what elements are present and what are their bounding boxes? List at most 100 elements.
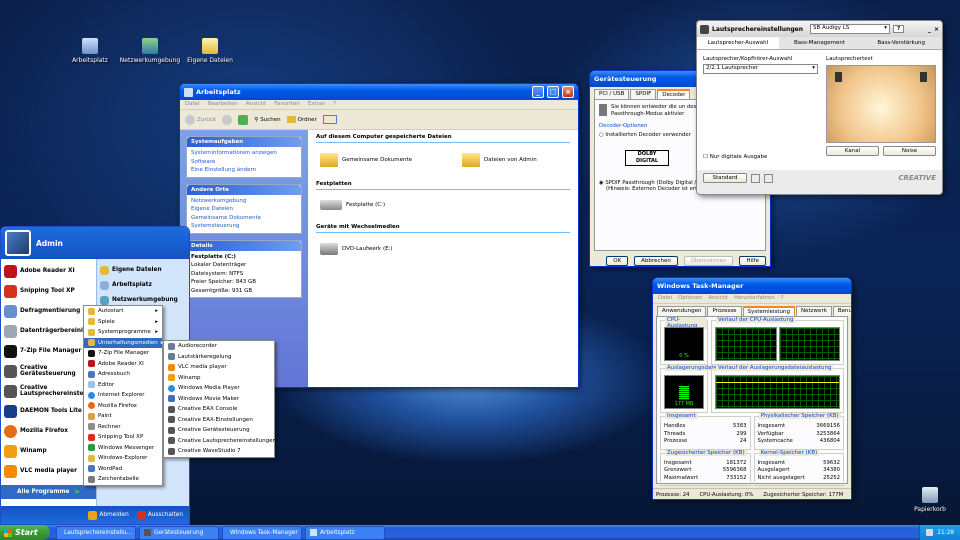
menu-help[interactable]: ? (781, 295, 784, 302)
media-menu-item[interactable]: Creative Gerätesteuerung (164, 425, 274, 436)
maximize-button[interactable]: □ (547, 86, 559, 98)
tab-decoder[interactable]: Decoder (657, 89, 691, 99)
media-menu-item[interactable]: VLC media player (164, 362, 274, 373)
menu-help[interactable]: ? (333, 101, 336, 108)
menu-file[interactable]: Datei (185, 101, 200, 108)
program-item[interactable]: Datenträgerbereinigung (1, 321, 100, 341)
programs-menu-item[interactable]: Adressbuch (84, 369, 162, 380)
task-manager-titlebar[interactable]: Windows Task-Manager (653, 278, 851, 294)
place-item[interactable]: Arbeitsplatz (97, 278, 189, 293)
program-item[interactable]: DAEMON Tools Lite (1, 401, 96, 421)
admin-files-folder[interactable]: Dateien von Admin (462, 153, 537, 167)
digital-only-checkbox[interactable]: ☐ Nur digitale Ausgabe (703, 154, 818, 160)
drive-c[interactable]: Festplatte (C:) (316, 190, 570, 224)
place-link[interactable]: Gemeinsame Dokumente (191, 214, 297, 223)
media-menu-item[interactable]: Creative Lautsprechereinstellungen (164, 436, 276, 447)
programs-menu-item[interactable]: Spiele ▸ (84, 317, 162, 328)
ok-button[interactable]: OK (606, 256, 629, 266)
program-item[interactable]: Snipping Tool XP (1, 281, 96, 301)
minimize-button[interactable]: _ (532, 86, 544, 98)
media-menu-item[interactable]: Creative WaveStudio 7 (164, 446, 274, 457)
help-button[interactable]: Hilfe (739, 256, 766, 266)
speaker-left-icon[interactable] (835, 72, 842, 82)
programs-menu-item[interactable]: Windows-Explorer (84, 453, 162, 464)
taskbar-button[interactable]: Arbeitsplatz (305, 525, 385, 540)
media-menu-item[interactable]: Windows Media Player (164, 383, 274, 394)
programs-menu-item[interactable]: Editor (84, 380, 162, 391)
media-menu-item[interactable]: Winamp (164, 373, 274, 384)
views-button[interactable] (322, 115, 337, 124)
desktop-icon-network[interactable]: Netzwerkumgebung (118, 38, 182, 64)
logoff-button[interactable]: Abmelden (88, 510, 129, 520)
tab-spdif[interactable]: SPDIF (630, 89, 657, 99)
taskbar-button[interactable]: Gerätesteuerung (139, 525, 219, 540)
taskbar-button[interactable]: Windows Task-Manager (222, 525, 302, 540)
menu-edit[interactable]: Bearbeiten (208, 101, 238, 108)
programs-menu-item[interactable]: Mozilla Firefox (84, 401, 162, 412)
programs-menu-item[interactable]: Adobe Reader XI (84, 359, 162, 370)
tab-applications[interactable]: Anwendungen (657, 306, 707, 316)
forward-button[interactable] (222, 114, 233, 125)
programs-menu-item[interactable]: Paint (84, 411, 162, 422)
shutdown-button[interactable]: Ausschalten (136, 510, 183, 520)
media-menu-item[interactable]: Windows Movie Maker (164, 394, 274, 405)
speaker-titlebar[interactable]: Lautsprechereinstellungen SB Audigy LS ▾ … (697, 21, 942, 37)
programs-menu-item[interactable]: Internet Explorer (84, 390, 162, 401)
media-menu-item[interactable]: Lautstärkeregelung (164, 352, 274, 363)
speaker-right-icon[interactable] (920, 72, 927, 82)
programs-menu-item[interactable]: Windows Messenger (84, 443, 162, 454)
search-button[interactable]: ⚲ Suchen (254, 117, 280, 123)
tab-speaker-selection[interactable]: Lautsprecher-Auswahl (697, 37, 779, 49)
media-menu-item[interactable]: Creative EAX Console (164, 404, 274, 415)
device-select[interactable]: SB Audigy LS ▾ (809, 24, 890, 34)
tab-pci-usb[interactable]: PCI / USB (594, 89, 630, 99)
help-button[interactable]: ? (892, 25, 905, 33)
explorer-titlebar[interactable]: Arbeitsplatz _ □ × (180, 84, 578, 100)
program-item[interactable]: Creative Gerätesteuerung (1, 361, 96, 381)
program-item[interactable]: 7-Zip File Manager (1, 341, 96, 361)
programs-menu-item[interactable]: Systemprogramme ▸ (84, 327, 162, 338)
programs-menu-item[interactable]: Unterhaltungsmedien▸ (84, 337, 163, 348)
noise-button[interactable]: Noise (883, 146, 936, 156)
tab-networking[interactable]: Netzwerk (796, 306, 832, 316)
programs-menu-item[interactable]: Snipping Tool XP (84, 432, 162, 443)
close-button[interactable]: × (562, 86, 574, 98)
menu-view[interactable]: Ansicht (708, 295, 728, 302)
menu-options[interactable]: Optionen (678, 295, 702, 302)
info-icon[interactable] (764, 173, 773, 183)
desktop-icon-my-documents[interactable]: Eigene Dateien (178, 38, 242, 64)
program-item[interactable]: Winamp (1, 441, 96, 461)
place-link[interactable]: Systemsteuerung (191, 222, 297, 231)
back-button[interactable]: Zurück (185, 114, 216, 125)
taskbar-button[interactable]: Lautsprechereinstellu... (56, 525, 136, 540)
programs-menu-item[interactable]: Autostart ▸ (84, 306, 162, 317)
tab-bass-boost[interactable]: Bass-Verstärkung (860, 37, 942, 49)
menu-file[interactable]: Datei (658, 295, 672, 302)
program-item[interactable]: Adobe Reader XI (1, 261, 96, 281)
task-link[interactable]: Software (191, 158, 297, 167)
menu-favorites[interactable]: Favoriten (274, 101, 299, 108)
volume-tray-icon[interactable] (926, 529, 934, 536)
tab-processes[interactable]: Prozesse (707, 306, 742, 316)
close-button[interactable]: × (934, 26, 939, 33)
menu-shutdown[interactable]: Herunterfahren (734, 295, 775, 302)
speaker-selection-dropdown[interactable]: 2/2.1 Lautsprecher ▾ (703, 64, 818, 74)
all-programs-button[interactable]: Alle Programme ▶ (1, 485, 96, 499)
programs-menu-item[interactable]: Zeichentabelle (84, 474, 162, 485)
clock[interactable]: 21:28 (937, 530, 954, 536)
menu-view[interactable]: Ansicht (246, 101, 266, 108)
tab-bass-management[interactable]: Bass-Management (779, 37, 861, 49)
cancel-button[interactable]: Abbrechen (634, 256, 678, 266)
program-item[interactable]: Mozilla Firefox (1, 421, 96, 441)
task-link[interactable]: Systeminformationen anzeigen (191, 149, 297, 158)
place-link[interactable]: Netzwerkumgebung (191, 197, 297, 206)
tab-performance[interactable]: Systemleistung (742, 306, 796, 316)
programs-menu-item[interactable]: Rechner (84, 422, 162, 433)
desktop-icon-recycle-bin[interactable]: Papierkorb (898, 487, 960, 513)
folders-button[interactable]: Ordner (286, 116, 317, 123)
program-item[interactable]: Defragmentierung (1, 301, 96, 321)
shared-docs-folder[interactable]: Gemeinsame Dokumente (320, 153, 412, 167)
settings-icon[interactable] (751, 173, 760, 183)
media-menu-item[interactable]: Audiorecorder (164, 341, 274, 352)
task-link[interactable]: Eine Einstellung ändern (191, 166, 297, 175)
